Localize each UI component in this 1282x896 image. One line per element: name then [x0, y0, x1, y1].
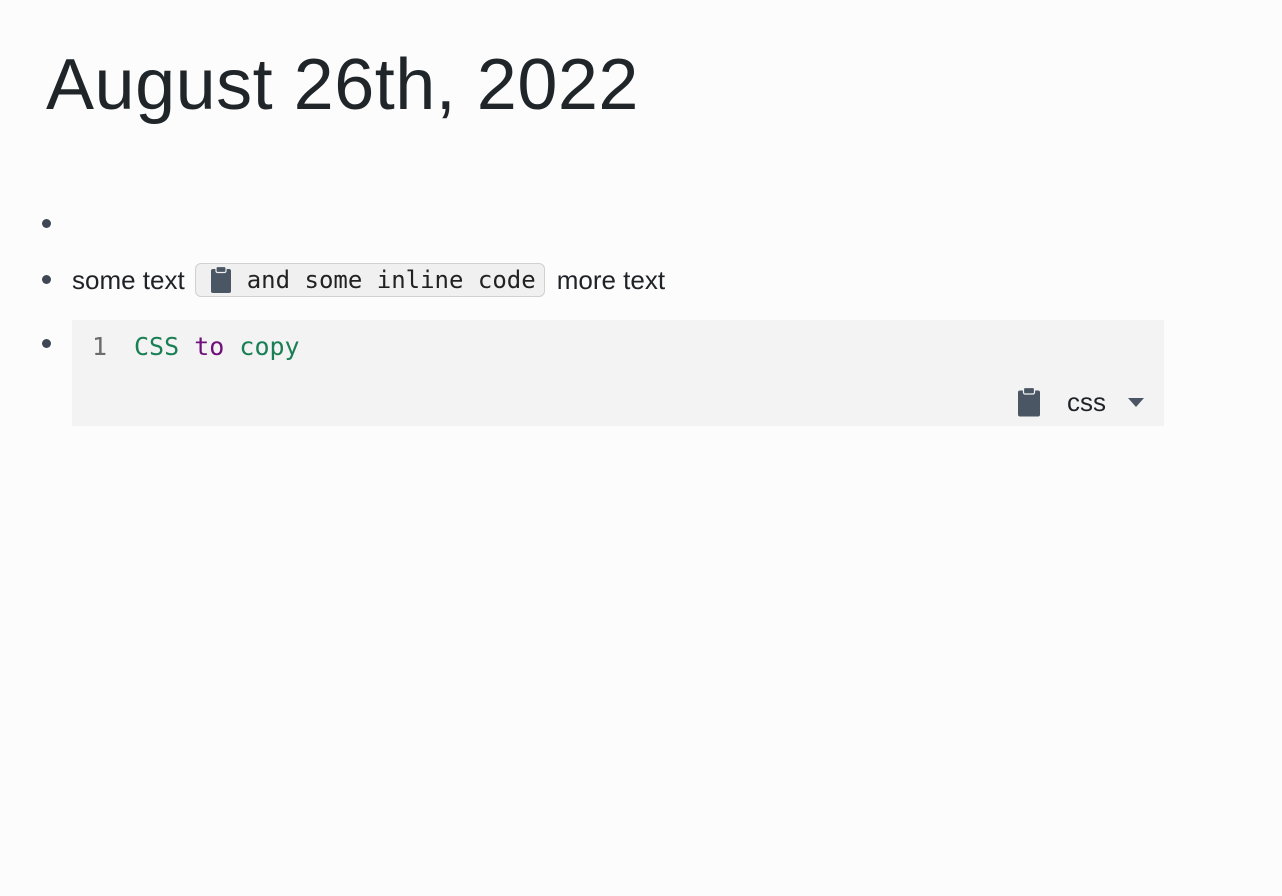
- page-title: August 26th, 2022: [46, 45, 639, 125]
- code-toolbar: css: [1017, 386, 1144, 418]
- clipboard-icon: [1018, 386, 1040, 417]
- text-after: more text: [556, 264, 666, 295]
- block-bullet[interactable]: [42, 275, 51, 284]
- inline-code-text: and some inline code: [246, 266, 536, 294]
- code-block-row: 1 CSS to copy css: [38, 320, 1164, 426]
- code-token: CSS: [134, 332, 180, 361]
- block-bullet[interactable]: [42, 339, 51, 348]
- block-bullet[interactable]: [42, 219, 51, 228]
- code-token: copy: [239, 332, 300, 361]
- code-line[interactable]: CSS to copy: [134, 332, 300, 361]
- language-select[interactable]: css: [1067, 387, 1144, 418]
- line-number: 1: [92, 332, 108, 361]
- language-label: css: [1067, 386, 1106, 417]
- copy-code-button[interactable]: [1017, 386, 1041, 417]
- chevron-down-icon[interactable]: [1128, 397, 1144, 407]
- code-block[interactable]: 1 CSS to copy css: [72, 320, 1164, 426]
- code-token: to: [194, 332, 225, 361]
- text-block[interactable]: some text and some inline code more text: [38, 262, 665, 298]
- inline-code[interactable]: and some inline code: [194, 263, 545, 297]
- text-before: some text: [72, 264, 185, 295]
- clipboard-icon[interactable]: [210, 266, 232, 294]
- empty-block[interactable]: [38, 210, 338, 238]
